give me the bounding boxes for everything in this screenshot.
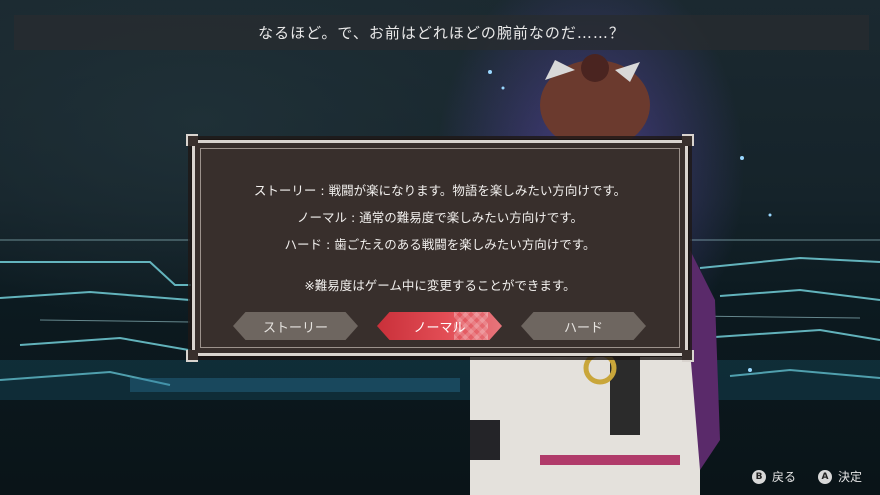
difficulty-buttons: ストーリー ノーマル ハード — [195, 312, 685, 340]
mode-description-normal: ノーマル : 通常の難易度で楽しみたい方向けです。 — [297, 210, 583, 225]
mode-name: ノーマル — [297, 210, 348, 225]
story-button[interactable]: ストーリー — [233, 312, 358, 340]
mode-desc: 通常の難易度で楽しみたい方向けです。 — [359, 210, 583, 225]
dialogue-bar: なるほど。で、お前はどれほどの腕前なのだ……？ — [14, 15, 869, 50]
back-label: 戻る — [772, 470, 797, 484]
frame-corner — [186, 134, 198, 146]
difficulty-dialog: ストーリー : 戦闘が楽になります。物語を楽しみたい方向けです。 ノーマル : 通常… — [186, 134, 694, 362]
button-label: ストーリー — [262, 320, 328, 336]
frame-corner — [682, 134, 694, 146]
hard-button[interactable]: ハード — [521, 312, 646, 340]
confirm-label: 決定 — [838, 470, 863, 484]
back-control[interactable]: B 戻る — [752, 468, 796, 485]
frame-corner — [682, 350, 694, 362]
frame-corner — [186, 350, 198, 362]
button-label: ノーマル — [413, 320, 466, 336]
mode-description-story: ストーリー : 戦闘が楽になります。物語を楽しみたい方向けです。 — [253, 183, 627, 198]
mode-name: ハード — [284, 237, 323, 252]
a-button-icon: A — [818, 469, 832, 484]
confirm-control[interactable]: A 決定 — [818, 468, 862, 485]
mode-name: ストーリー — [253, 183, 317, 198]
difficulty-note: ※難易度はゲーム中に変更することができます。 — [304, 278, 576, 293]
dialogue-text: なるほど。で、お前はどれほどの腕前なのだ……？ — [258, 24, 625, 42]
mode-desc: 歯ごたえのある戦闘を楽しみたい方向けです。 — [334, 237, 596, 252]
normal-button[interactable]: ノーマル — [377, 312, 502, 340]
b-button-icon: B — [752, 469, 766, 484]
button-label: ハード — [563, 320, 603, 336]
mode-description-hard: ハード : 歯ごたえのある戦闘を楽しみたい方向けです。 — [284, 237, 596, 252]
mode-desc: 戦闘が楽になります。物語を楽しみたい方向けです。 — [328, 183, 627, 198]
